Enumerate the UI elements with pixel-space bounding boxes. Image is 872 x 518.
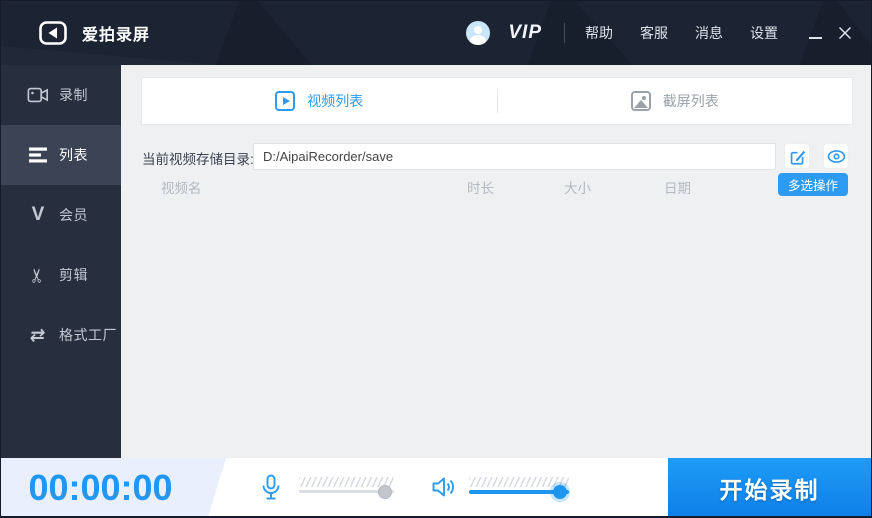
edit-icon [790,150,805,165]
vip-v-icon: V [31,204,45,225]
title-bar: 爱拍录屏 VIP 帮助 客服 消息 设置 [1,1,871,65]
tab-screenshot-list[interactable]: 截屏列表 [498,78,853,124]
speaker-icon[interactable] [431,474,457,505]
tab-label: 截屏列表 [662,93,719,109]
minimize-icon [808,37,822,39]
sidebar-item-edit[interactable]: ✂ 剪辑 [1,245,121,305]
camera-icon [27,84,49,106]
sidebar: 录制 列表 V 会员 ✂ 剪辑 ⇄ 格式工厂 [1,65,121,458]
play-icon [275,91,296,111]
list-header-row: 视频名 时长 大小 日期 多选操作 [121,173,871,197]
sidebar-item-label: 会员 [59,207,88,223]
sidebar-item-label: 录制 [59,87,88,103]
menu-messages[interactable]: 消息 [695,23,723,43]
storage-path-input[interactable] [253,143,776,170]
speaker-level-meter [469,477,569,487]
list-icon [27,144,49,166]
menu-settings[interactable]: 设置 [750,23,778,43]
sidebar-item-member[interactable]: V 会员 [1,185,121,245]
multi-select-button[interactable]: 多选操作 [778,173,848,196]
speaker-slider-handle[interactable] [553,484,567,499]
topbar-menu: 帮助 客服 消息 设置 [585,23,805,43]
microphone-icon[interactable] [259,474,283,506]
storage-path-label: 当前视频存储目录: [142,152,254,167]
menu-support[interactable]: 客服 [640,23,668,43]
tab-bar: 视频列表 截屏列表 [141,77,853,125]
sidebar-item-label: 剪辑 [59,267,88,283]
app-title: 爱拍录屏 [82,27,151,44]
sidebar-item-record[interactable]: 录制 [1,65,121,125]
timer-panel: 00:00:00 [1,458,226,517]
storage-path-row: 当前视频存储目录: [121,143,871,170]
column-date: 日期 [664,181,691,196]
menu-help[interactable]: 帮助 [585,23,613,43]
mic-volume-slider[interactable] [299,458,394,516]
speaker-volume-slider[interactable] [469,458,569,516]
user-avatar[interactable] [466,21,491,45]
column-video-name: 视频名 [161,181,202,196]
view-folder-button[interactable] [823,143,849,169]
close-button[interactable] [835,22,855,44]
convert-icon: ⇄ [29,324,48,345]
column-duration: 时长 [467,181,494,196]
sidebar-item-format-factory[interactable]: ⇄ 格式工厂 [1,305,121,365]
close-icon [838,26,852,40]
minimize-button[interactable] [805,22,825,44]
tab-label: 视频列表 [307,93,364,109]
sidebar-item-label: 格式工厂 [59,327,117,343]
main-content: 视频列表 截屏列表 当前视频存储目录: D:/AipaiRecorder/sav… [121,65,871,458]
start-recording-button[interactable]: 开始录制 [668,458,871,516]
app-window: 爱拍录屏 VIP 帮助 客服 消息 设置 录制 列表 V 会员 ✂ 剪辑 ⇄ 格… [0,0,872,518]
image-icon [630,91,651,111]
tab-video-list[interactable]: 视频列表 [142,78,497,124]
mic-slider-handle[interactable] [378,484,392,499]
topbar-divider [564,23,565,43]
sidebar-item-list[interactable]: 列表 [1,125,121,185]
column-size: 大小 [564,181,591,196]
eye-icon [827,149,845,163]
edit-path-button[interactable] [784,143,810,169]
scissors-icon: ✂ [27,267,49,283]
footer-bar: 00:00:00 开始录制 [1,458,871,517]
app-logo-icon [39,21,67,45]
recording-timer: 00:00:00 [28,466,173,508]
vip-badge[interactable]: VIP [508,22,542,44]
sidebar-item-label: 列表 [59,147,88,163]
